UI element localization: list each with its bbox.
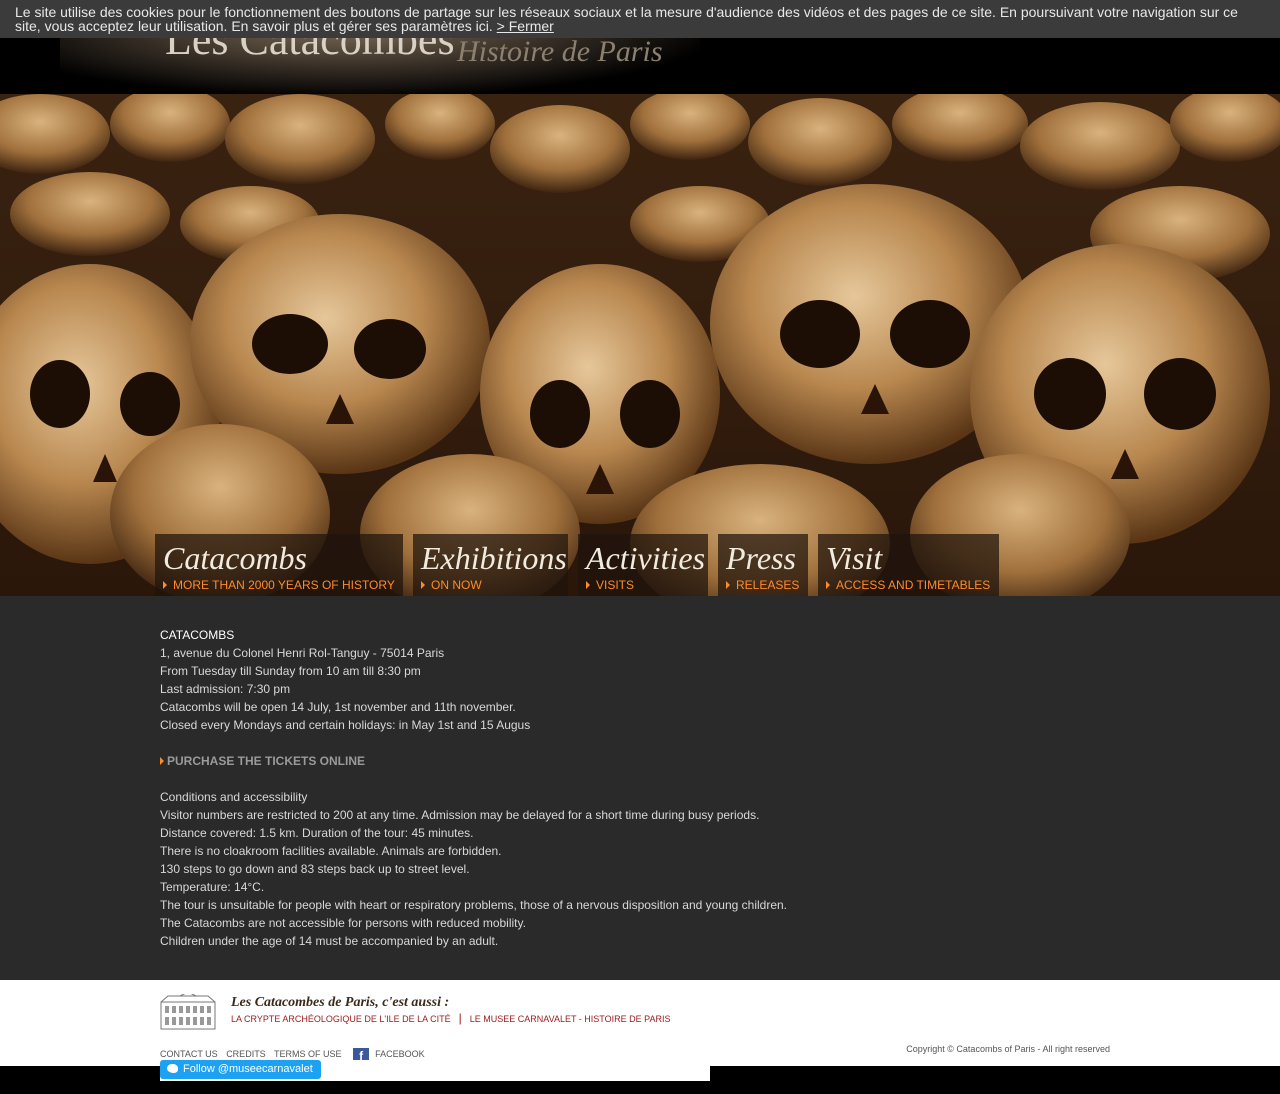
twitter-follow-button[interactable]: Follow @museecarnavalet xyxy=(160,1060,321,1079)
nav-tab-catacombs[interactable]: Catacombs MORE THAN 2000 YEARS OF HISTOR… xyxy=(155,534,403,596)
nav-tab-activities[interactable]: Activities VISITS xyxy=(578,534,708,596)
arrow-right-icon xyxy=(163,581,167,589)
hero-image xyxy=(0,94,1280,596)
nav-tab-press[interactable]: Press RELEASES xyxy=(718,534,808,596)
nav-tab-sub-label: RELEASES xyxy=(736,578,800,592)
purchase-tickets-link[interactable]: PURCHASE THE TICKETS ONLINE xyxy=(160,752,787,770)
cookie-text: Le site utilise des cookies pour le fonc… xyxy=(15,4,1238,34)
cookie-banner: Le site utilise des cookies pour le fonc… xyxy=(0,0,1280,38)
nav-tab-sub[interactable]: RELEASES xyxy=(726,578,799,592)
arrow-right-icon xyxy=(160,757,164,765)
nav-tab-sub[interactable]: MORE THAN 2000 YEARS OF HISTORY xyxy=(163,578,395,592)
arrow-right-icon xyxy=(586,581,590,589)
nav-tab-sub[interactable]: ACCESS AND TIMETABLES xyxy=(826,578,990,592)
nav-tab-sub[interactable]: VISITS xyxy=(586,578,634,592)
arrow-right-icon xyxy=(421,581,425,589)
info-line: 1, avenue du Colonel Henri Rol-Tanguy - … xyxy=(160,646,445,660)
nav-tab-sub-label: ACCESS AND TIMETABLES xyxy=(836,578,991,592)
nav-tab-title: Press xyxy=(726,540,796,576)
condition-line: The Catacombs are not accessible for per… xyxy=(160,916,526,930)
facebook-link[interactable]: FACEBOOK xyxy=(375,1049,425,1059)
also-title: Les Catacombes de Paris, c'est aussi : xyxy=(231,995,450,1010)
nav-tab-visit[interactable]: Visit ACCESS AND TIMETABLES xyxy=(818,534,999,596)
related-sites: LA CRYPTE ARCHÉOLOGIQUE DE L'ILE DE LA C… xyxy=(231,1011,670,1025)
condition-line: The tour is unsuitable for people with h… xyxy=(160,898,788,912)
condition-line: There is no cloakroom facilities availab… xyxy=(160,844,502,858)
condition-line: Temperature: 14°C. xyxy=(160,880,265,894)
nav-tab-sub-label: MORE THAN 2000 YEARS OF HISTORY xyxy=(173,578,395,592)
crypte-link[interactable]: LA CRYPTE ARCHÉOLOGIQUE DE L'ILE DE LA C… xyxy=(231,1014,451,1024)
contact-link[interactable]: CONTACT US xyxy=(160,1049,218,1059)
info-line: Catacombs will be open 14 July, 1st nove… xyxy=(160,700,516,714)
site-logo-subtitle: Histoire de Paris xyxy=(457,35,663,68)
condition-line: Distance covered: 1.5 km. Duration of th… xyxy=(160,826,474,840)
arrow-right-icon xyxy=(726,581,730,589)
skulls-illustration xyxy=(0,94,1280,596)
carnavalet-link[interactable]: LE MUSEE CARNAVALET - HISTOIRE DE PARIS xyxy=(470,1014,671,1024)
nav-tab-title: Catacombs xyxy=(163,540,307,576)
terms-link[interactable]: TERMS OF USE xyxy=(274,1049,342,1059)
visit-info: CATACOMBS 1, avenue du Colonel Henri Rol… xyxy=(160,626,787,950)
twitter-bird-icon xyxy=(167,1064,178,1073)
info-line: From Tuesday till Sunday from 10 am till… xyxy=(160,664,421,678)
building-logo-icon[interactable] xyxy=(160,994,216,1030)
condition-line: Children under the age of 14 must be acc… xyxy=(160,934,499,948)
cookie-close-link[interactable]: > Fermer xyxy=(497,18,554,34)
nav-tab-sub-label: VISITS xyxy=(596,578,635,592)
purchase-tickets-label: PURCHASE THE TICKETS ONLINE xyxy=(167,754,366,768)
nav-tab-exhibitions[interactable]: Exhibitions ON NOW xyxy=(413,534,568,596)
condition-line: Visitor numbers are restricted to 200 at… xyxy=(160,808,760,822)
twitter-follow-label: Follow @museecarnavalet xyxy=(183,1063,313,1075)
nav-tab-sub[interactable]: ON NOW xyxy=(421,578,482,592)
nav-tab-sub-label: ON NOW xyxy=(431,578,482,592)
arrow-right-icon xyxy=(826,581,830,589)
copyright: Copyright © Catacombs of Paris - All rig… xyxy=(906,1044,1110,1054)
credits-link[interactable]: CREDITS xyxy=(226,1049,266,1059)
info-heading: CATACOMBS xyxy=(160,628,235,642)
nav-tab-title: Visit xyxy=(826,540,883,576)
separator: | xyxy=(458,1011,462,1025)
nav-tab-title: Activities xyxy=(586,540,706,576)
site-footer: Les Catacombes de Paris, c'est aussi : L… xyxy=(0,980,1280,1066)
nav-tab-title: Exhibitions xyxy=(421,540,567,576)
conditions-heading: Conditions and accessibility xyxy=(160,790,308,804)
condition-line: 130 steps to go down and 83 steps back u… xyxy=(160,862,470,876)
info-line: Last admission: 7:30 pm xyxy=(160,682,291,696)
info-line: Closed every Mondays and certain holiday… xyxy=(160,718,531,732)
